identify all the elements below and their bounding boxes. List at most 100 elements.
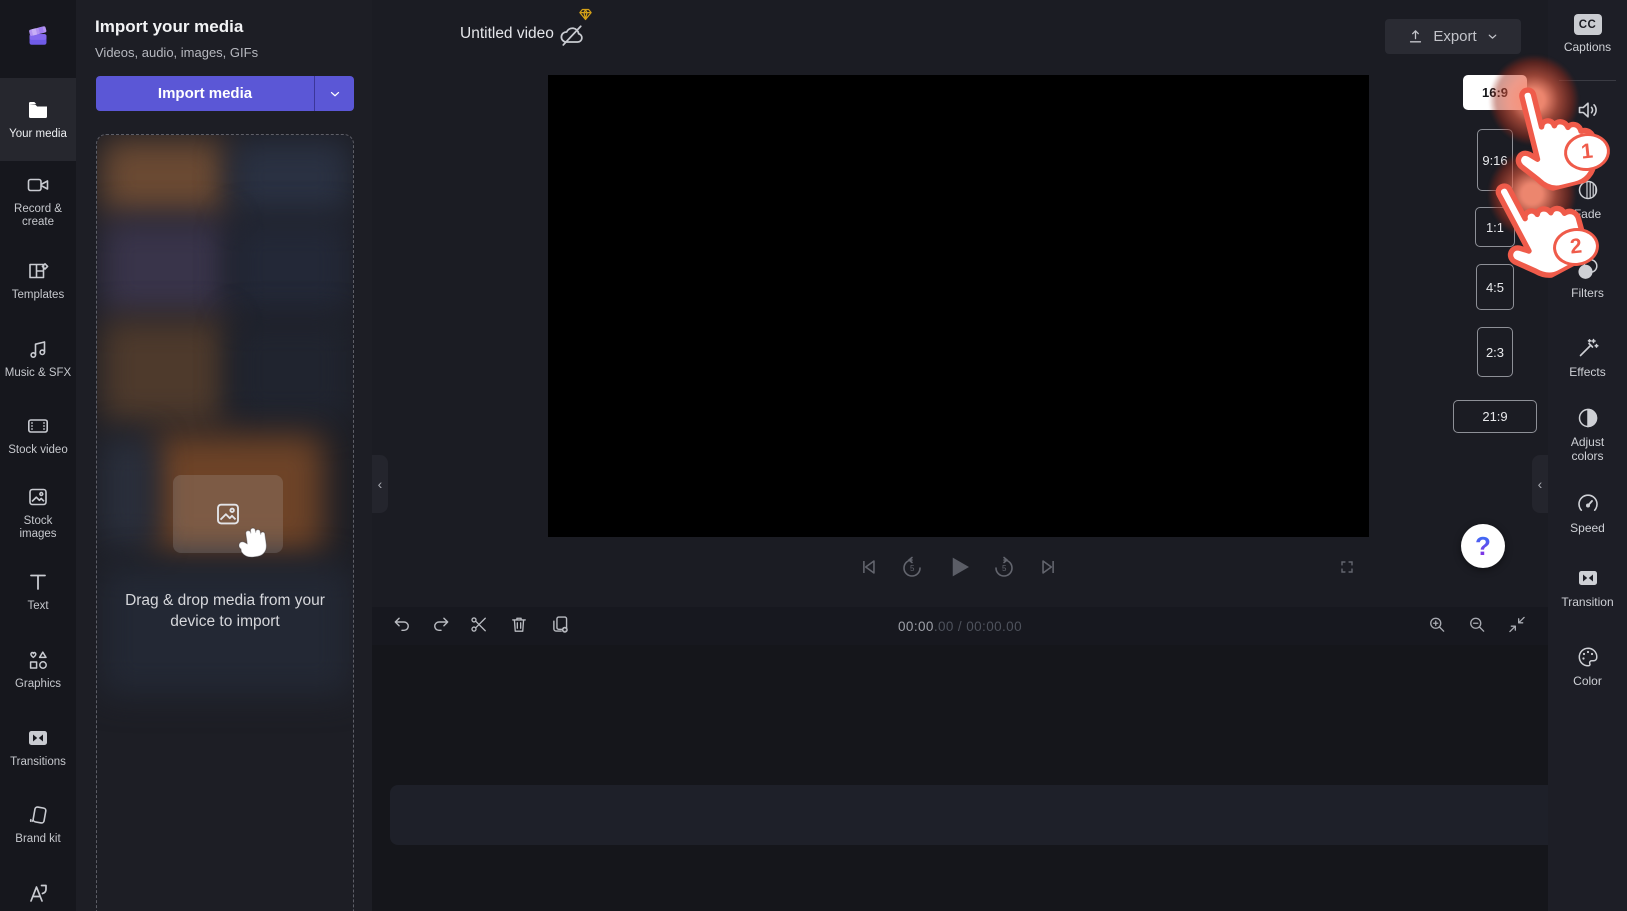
sidebar-item-templates[interactable]: Templates — [0, 241, 76, 319]
template-grid-icon — [29, 262, 49, 278]
tool-label: Color — [1573, 674, 1602, 688]
tool-color[interactable]: Color — [1548, 645, 1627, 688]
help-button[interactable]: ? — [1461, 524, 1505, 568]
blurred-thumbnail — [231, 319, 351, 423]
aspect-ratio-21-9[interactable]: 21:9 — [1453, 400, 1537, 433]
tool-label: Speed — [1570, 521, 1605, 535]
timeline-toolbar: 00:00.00 / 00:00.00 — [372, 607, 1548, 645]
empty-track-strip — [390, 785, 1548, 845]
sidebar-item-label: Record & create — [14, 203, 62, 228]
sidebar-item-stock-images[interactable]: Stock images — [0, 474, 76, 552]
language-a-icon — [30, 884, 47, 902]
sidebar-item-label: Templates — [11, 288, 65, 301]
play-button[interactable] — [944, 552, 974, 582]
fullscreen-button[interactable] — [1337, 557, 1357, 577]
transition-bowtie-icon — [1578, 571, 1597, 585]
aspect-ratio-2-3[interactable]: 2:3 — [1477, 327, 1513, 377]
project-title[interactable]: Untitled video — [460, 25, 554, 43]
zoom-to-fit-button[interactable] — [1507, 615, 1527, 640]
timeline-area[interactable] — [372, 645, 1548, 911]
picture-icon — [29, 488, 47, 506]
video-camera-icon — [27, 178, 49, 192]
clipchamp-editor: Your media Record & create Templates Mus… — [0, 0, 1627, 911]
brand-card-icon — [29, 806, 47, 824]
blurred-thumbnail — [101, 139, 227, 215]
magic-wand-icon — [1579, 338, 1599, 357]
current-time: 00:00 — [898, 619, 934, 634]
export-label: Export — [1433, 28, 1477, 45]
letter-t-icon — [30, 574, 46, 590]
export-button[interactable]: Export — [1385, 19, 1521, 54]
tool-label: Transition — [1561, 595, 1614, 609]
sidebar-item-language[interactable] — [0, 863, 76, 911]
zoom-in-button[interactable] — [1427, 615, 1447, 640]
collapse-left-panel-button[interactable]: ‹ — [372, 455, 388, 513]
skip-to-end-button[interactable] — [1038, 556, 1060, 578]
chevron-down-icon — [330, 91, 339, 96]
rewind-5s-button[interactable]: 5 — [900, 555, 924, 579]
sidebar-item-label: Your media — [9, 128, 67, 140]
sidebar-item-text[interactable]: Text — [0, 552, 76, 630]
dropzone-instructions: Drag & drop media from your device to im… — [125, 592, 325, 630]
blurred-thumbnail — [101, 437, 155, 547]
sidebar-item-label: Text — [27, 599, 49, 612]
sidebar-item-brand-kit[interactable]: Brand kit — [0, 786, 76, 863]
upload-icon — [1410, 30, 1422, 43]
clipchamp-logo-icon — [29, 26, 47, 45]
music-notes-icon — [30, 340, 46, 358]
sidebar-item-transitions[interactable]: Transitions — [0, 708, 76, 786]
blurred-thumbnail — [101, 219, 227, 315]
palette-icon — [1578, 647, 1598, 667]
sidebar-item-label: Music & SFX — [4, 366, 72, 379]
half-circle-icon — [1578, 408, 1597, 428]
total-time: / 00:00.00 — [953, 619, 1022, 634]
premium-gem-icon — [579, 8, 592, 21]
panel-subtitle: Videos, audio, images, GIFs — [95, 45, 259, 60]
current-time-fraction: .00 — [933, 619, 954, 634]
video-preview-canvas — [548, 75, 1369, 537]
transition-bowtie-icon — [29, 730, 47, 745]
tool-transition[interactable]: Transition — [1548, 566, 1627, 609]
tool-speed[interactable]: Speed — [1548, 492, 1627, 535]
tool-label: Captions — [1563, 40, 1612, 54]
tool-effects[interactable]: Effects — [1548, 336, 1627, 379]
speedometer-icon — [1577, 494, 1598, 511]
sidebar-item-music-sfx[interactable]: Music & SFX — [0, 319, 76, 397]
import-media-split-button[interactable]: Import media — [96, 76, 354, 111]
sidebar-item-label: Brand kit — [15, 833, 61, 845]
shapes-icon — [29, 650, 47, 669]
left-nav-rail: Your media Record & create Templates Mus… — [0, 0, 76, 911]
sidebar-item-graphics[interactable]: Graphics — [0, 630, 76, 708]
cloud-sync-off-icon[interactable] — [558, 21, 586, 49]
import-media-panel: Import your media Videos, audio, images,… — [76, 0, 372, 911]
folder-icon — [29, 102, 47, 118]
tool-label: Adjust colors — [1570, 435, 1605, 463]
import-options-dropdown[interactable] — [315, 76, 354, 111]
skip-to-start-button[interactable] — [857, 556, 879, 578]
timecode-display: 00:00.00 / 00:00.00 — [372, 619, 1548, 634]
tool-label: Filters — [1571, 286, 1604, 300]
question-mark: ? — [1475, 530, 1491, 561]
sidebar-item-label: Stock video — [8, 444, 68, 456]
sidebar-item-label: Transitions — [10, 755, 66, 768]
sidebar-item-stock-video[interactable]: Stock video — [0, 397, 76, 474]
forward-5s-button[interactable]: 5 — [992, 555, 1016, 579]
import-media-button[interactable]: Import media — [96, 76, 315, 111]
media-dropzone[interactable]: Drag & drop media from your device to im… — [96, 134, 354, 911]
blurred-thumbnail — [101, 319, 227, 423]
tool-captions[interactable]: CC Captions — [1548, 14, 1627, 54]
tool-adjust-colors[interactable]: Adjust colors — [1548, 406, 1627, 463]
collapse-right-panel-button[interactable]: ‹ — [1532, 455, 1548, 513]
app-logo[interactable] — [0, 0, 76, 74]
grab-hand-cursor-icon — [238, 527, 267, 558]
sidebar-item-label: Graphics — [14, 677, 62, 690]
film-frame-icon — [27, 419, 48, 433]
sidebar-item-your-media[interactable]: Your media — [0, 78, 76, 161]
sidebar-item-record-create[interactable]: Record & create — [0, 161, 76, 241]
sidebar-item-label: Stock images — [19, 515, 57, 540]
svg-text:5: 5 — [910, 564, 915, 573]
svg-text:5: 5 — [1002, 564, 1007, 573]
zoom-out-button[interactable] — [1467, 615, 1487, 640]
blurred-thumbnail — [231, 139, 351, 215]
tool-label: Effects — [1569, 365, 1606, 379]
